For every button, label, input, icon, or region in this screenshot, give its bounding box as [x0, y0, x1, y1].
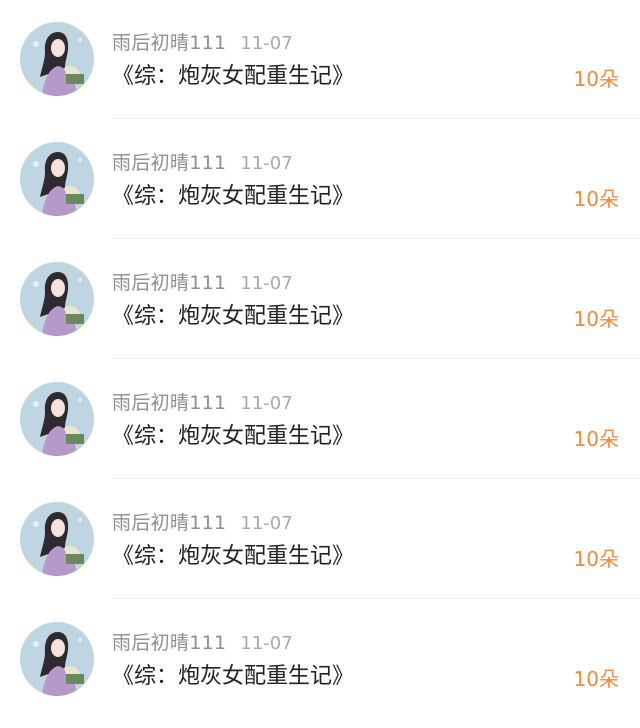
avatar[interactable]	[20, 622, 94, 696]
divider	[112, 478, 640, 479]
date: 11-07	[240, 513, 293, 534]
username[interactable]: 雨后初晴111	[112, 272, 226, 294]
list-item[interactable]: 雨后初晴111 11-07 《综：炮灰女配重生记》 10朵	[0, 240, 640, 360]
list-item[interactable]: 雨后初晴111 11-07 《综：炮灰女配重生记》 10朵	[0, 480, 640, 600]
list-item[interactable]: 雨后初晴111 11-07 《综：炮灰女配重生记》 10朵	[0, 360, 640, 480]
divider	[112, 358, 640, 359]
divider	[112, 238, 640, 239]
item-meta: 雨后初晴111 11-07	[112, 30, 293, 56]
date: 11-07	[240, 633, 293, 654]
avatar[interactable]	[20, 22, 94, 96]
date: 11-07	[240, 393, 293, 414]
list-item[interactable]: 雨后初晴111 11-07 《综：炮灰女配重生记》 10朵	[0, 0, 640, 120]
book-title[interactable]: 《综：炮灰女配重生记》	[112, 422, 354, 452]
gift-amount: 10朵	[573, 187, 619, 211]
book-title[interactable]: 《综：炮灰女配重生记》	[112, 302, 354, 332]
item-meta: 雨后初晴111 11-07	[112, 630, 293, 656]
item-meta: 雨后初晴111 11-07	[112, 390, 293, 416]
avatar-portrait-icon	[20, 142, 94, 216]
avatar-portrait-icon	[20, 22, 94, 96]
avatar[interactable]	[20, 262, 94, 336]
book-title[interactable]: 《综：炮灰女配重生记》	[112, 182, 354, 212]
gift-amount: 10朵	[573, 667, 619, 691]
gift-amount: 10朵	[573, 67, 619, 91]
username[interactable]: 雨后初晴111	[112, 152, 226, 174]
list-item[interactable]: 雨后初晴111 11-07 《综：炮灰女配重生记》 10朵	[0, 120, 640, 240]
avatar[interactable]	[20, 382, 94, 456]
gift-amount: 10朵	[573, 427, 619, 451]
username[interactable]: 雨后初晴111	[112, 392, 226, 414]
avatar-portrait-icon	[20, 502, 94, 576]
date: 11-07	[240, 153, 293, 174]
avatar-portrait-icon	[20, 382, 94, 456]
username[interactable]: 雨后初晴111	[112, 632, 226, 654]
divider	[112, 598, 640, 599]
item-meta: 雨后初晴111 11-07	[112, 270, 293, 296]
avatar-portrait-icon	[20, 262, 94, 336]
username[interactable]: 雨后初晴111	[112, 512, 226, 534]
divider	[112, 118, 640, 119]
date: 11-07	[240, 273, 293, 294]
book-title[interactable]: 《综：炮灰女配重生记》	[112, 542, 354, 572]
book-title[interactable]: 《综：炮灰女配重生记》	[112, 62, 354, 92]
username[interactable]: 雨后初晴111	[112, 32, 226, 54]
gift-amount: 10朵	[573, 547, 619, 571]
gift-record-list: 雨后初晴111 11-07 《综：炮灰女配重生记》 10朵 雨后初晴111 11-0…	[0, 0, 640, 728]
avatar-portrait-icon	[20, 622, 94, 696]
list-item[interactable]: 雨后初晴111 11-07 《综：炮灰女配重生记》 10朵	[0, 600, 640, 720]
avatar[interactable]	[20, 142, 94, 216]
gift-amount: 10朵	[573, 307, 619, 331]
book-title[interactable]: 《综：炮灰女配重生记》	[112, 662, 354, 692]
avatar[interactable]	[20, 502, 94, 576]
date: 11-07	[240, 33, 293, 54]
item-meta: 雨后初晴111 11-07	[112, 510, 293, 536]
item-meta: 雨后初晴111 11-07	[112, 150, 293, 176]
